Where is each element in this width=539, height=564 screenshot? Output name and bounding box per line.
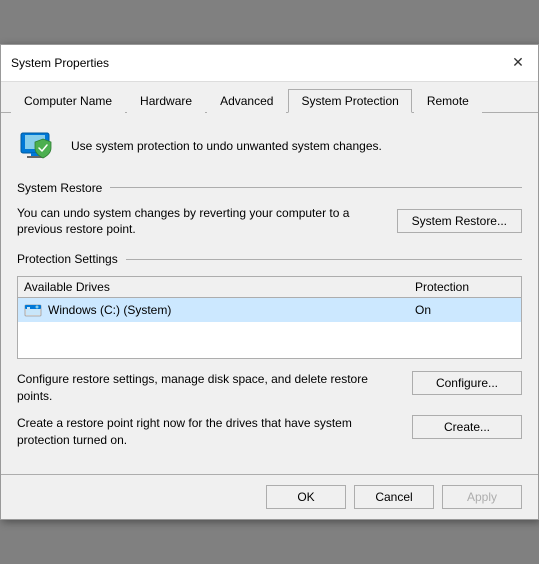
protection-settings-section: Protection Settings Available Drives Pro… — [17, 252, 522, 448]
tab-bar: Computer Name Hardware Advanced System P… — [1, 82, 538, 113]
table-row[interactable]: Windows (C:) (System) On — [18, 298, 521, 322]
info-banner-text: Use system protection to undo unwanted s… — [71, 139, 382, 153]
drive-cell: Windows (C:) (System) — [24, 301, 415, 319]
table-header-row: Available Drives Protection — [18, 277, 521, 298]
info-banner: Use system protection to undo unwanted s… — [17, 125, 522, 167]
system-restore-title: System Restore — [17, 181, 102, 195]
table-body: Windows (C:) (System) On — [18, 298, 521, 358]
system-restore-row: You can undo system changes by reverting… — [17, 205, 522, 239]
tab-computer-name[interactable]: Computer Name — [11, 89, 125, 113]
drives-table: Available Drives Protection — [17, 276, 522, 359]
tab-system-protection[interactable]: System Protection — [288, 89, 411, 113]
close-button[interactable]: ✕ — [508, 53, 528, 73]
protection-settings-title: Protection Settings — [17, 252, 118, 266]
apply-button[interactable]: Apply — [442, 485, 522, 509]
system-restore-description: You can undo system changes by reverting… — [17, 205, 397, 239]
dialog-footer: OK Cancel Apply — [1, 474, 538, 519]
configure-description: Configure restore settings, manage disk … — [17, 371, 412, 405]
col-header-drives: Available Drives — [24, 280, 415, 294]
section-divider — [110, 187, 522, 188]
system-restore-section: System Restore You can undo system chang… — [17, 181, 522, 239]
drive-name: Windows (C:) (System) — [48, 303, 171, 317]
section-divider-2 — [126, 259, 522, 260]
create-description: Create a restore point right now for the… — [17, 415, 412, 449]
tab-advanced[interactable]: Advanced — [207, 89, 286, 113]
system-restore-button[interactable]: System Restore... — [397, 209, 522, 233]
tab-content: Use system protection to undo unwanted s… — [1, 113, 538, 475]
configure-button[interactable]: Configure... — [412, 371, 522, 395]
tab-hardware[interactable]: Hardware — [127, 89, 205, 113]
tab-remote[interactable]: Remote — [414, 89, 482, 113]
cancel-button[interactable]: Cancel — [354, 485, 434, 509]
window-title: System Properties — [11, 56, 109, 70]
drive-icon — [24, 301, 42, 319]
create-button[interactable]: Create... — [412, 415, 522, 439]
col-header-protection: Protection — [415, 280, 515, 294]
system-properties-window: System Properties ✕ Computer Name Hardwa… — [0, 44, 539, 521]
protection-status: On — [415, 303, 515, 317]
configure-row: Configure restore settings, manage disk … — [17, 371, 522, 405]
create-row: Create a restore point right now for the… — [17, 415, 522, 449]
title-bar: System Properties ✕ — [1, 45, 538, 82]
ok-button[interactable]: OK — [266, 485, 346, 509]
protection-settings-header: Protection Settings — [17, 252, 522, 266]
system-protection-icon — [17, 125, 59, 167]
system-restore-header: System Restore — [17, 181, 522, 195]
